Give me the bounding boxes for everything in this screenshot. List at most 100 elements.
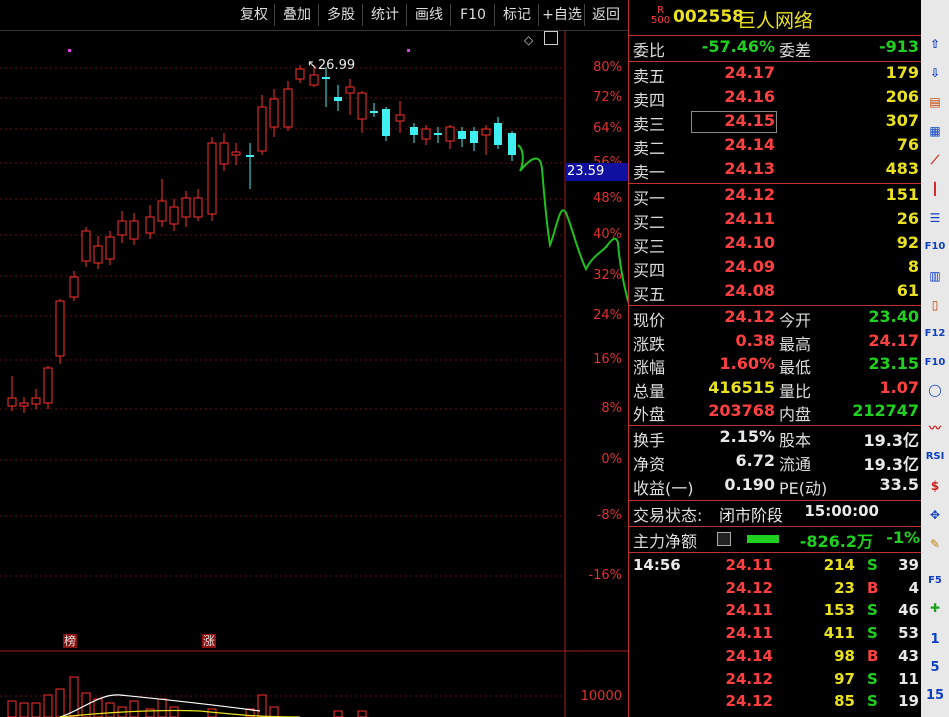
bid-row: 买四 24.09 8 (633, 257, 919, 280)
candle-body (81, 230, 91, 262)
draw-line-button[interactable]: 画线 (408, 4, 451, 26)
diamond-icon[interactable]: ◇ (524, 33, 533, 47)
y-label: 32% (593, 268, 622, 283)
volume-bar (105, 702, 115, 717)
y-label: 8% (601, 401, 622, 416)
candle-body (69, 276, 79, 298)
tick-row: 24.12 23 B 4 (725, 578, 919, 597)
overlay-button[interactable]: 叠加 (276, 4, 319, 26)
marker-dot (407, 49, 410, 52)
candle-body (219, 142, 229, 165)
tool-sidebar: ⇧ ⇩ ▤ ▦ ⟋ ┃ ☰ F10 ▥ ▯ F12 F10 ◯ 〰 RSI $ … (921, 0, 949, 717)
candle-body (157, 200, 167, 222)
dollar-icon[interactable]: $ (924, 476, 946, 496)
fuquan-button[interactable]: 复权 (234, 4, 275, 26)
plus-icon[interactable]: ✚ (924, 598, 946, 618)
bid-row: 买二 24.11 26 (633, 209, 919, 232)
list-view-icon[interactable]: ☰ (924, 208, 946, 228)
trade-status-row: 交易状态: 闭市阶段 15:00:00 (633, 502, 879, 525)
candle-body (145, 216, 155, 234)
bid-row: 买三 24.10 92 (633, 233, 919, 256)
multi-stock-button[interactable]: 多股 (320, 4, 363, 26)
tick-row: 24.11 411 S 53 (725, 624, 919, 643)
circle-icon[interactable]: ◯ (924, 380, 946, 400)
volume-bar (157, 698, 167, 717)
flow-bar (747, 535, 779, 543)
candle-body (410, 127, 418, 135)
candle-body (93, 245, 103, 264)
period-5[interactable]: 5 (924, 658, 946, 678)
candle-body (55, 300, 65, 357)
stats-row: 总量 416515 量比 1.07 (633, 377, 919, 401)
candle-body (19, 402, 29, 407)
f10-alt-icon[interactable]: F10 (924, 353, 946, 373)
limit-up-tag[interactable]: 涨 (202, 634, 217, 648)
candle-body (7, 397, 17, 407)
back-button[interactable]: 返回 (586, 4, 626, 26)
down-arrow-icon[interactable]: ⇩ (924, 63, 946, 83)
list-icon[interactable] (717, 532, 731, 546)
stats-row: 涨幅 1.60% 最低 23.15 (633, 354, 919, 377)
period-1[interactable]: 1 (924, 630, 946, 650)
candle-body (382, 109, 390, 136)
kline-svg[interactable] (0, 31, 628, 717)
candle-icon[interactable]: ┃ (924, 179, 946, 199)
tick-row: 24.11 153 S 46 (725, 601, 919, 620)
candle-body (246, 155, 254, 157)
candle-body (395, 114, 405, 122)
marker-dot (68, 49, 71, 52)
candle-body (445, 126, 455, 142)
candle-body (283, 88, 293, 128)
rsi-icon[interactable]: RSI (924, 447, 946, 467)
bid-row: 买五 24.08 61 (633, 281, 919, 304)
stats-row: 外盘 203768 内盘 212747 (633, 401, 919, 424)
f10-icon[interactable]: F10 (924, 237, 946, 257)
stock-name: 巨人网络 (737, 10, 814, 32)
line-chart-icon[interactable]: ⟋ (924, 150, 946, 170)
rank-tag[interactable]: 榜 (63, 634, 78, 648)
f10-button[interactable]: F10 (452, 4, 495, 26)
candle-body (481, 128, 491, 136)
doc-icon[interactable]: ▯ (924, 295, 946, 315)
pencil-icon[interactable]: ✎ (924, 534, 946, 554)
ask-row: 卖四 24.16 206 (633, 87, 919, 110)
kline-chart[interactable]: ◇ ↖26.99 80% 72% 64% 56% 48% 40% 32% 24%… (0, 31, 629, 717)
f12-icon[interactable]: F12 (924, 324, 946, 344)
tick-row: 24.14 98 B 43 (725, 646, 919, 665)
y-label: 16% (593, 352, 622, 367)
candle-body (470, 131, 478, 143)
wei-bi-row: 委比 -57.46% 委差 -913 (633, 37, 919, 60)
selected-ask-box (691, 111, 777, 133)
candle-body (207, 142, 217, 215)
up-arrow-icon[interactable]: ⇧ (924, 34, 946, 54)
y-label: 48% (593, 191, 622, 206)
f5-icon[interactable]: F5 (924, 571, 946, 591)
candle-body (231, 151, 241, 156)
table-icon[interactable]: ▦ (924, 121, 946, 141)
y-label: 40% (593, 227, 622, 242)
y-label: 72% (593, 90, 622, 105)
volume-bar (269, 706, 279, 717)
candle-body (434, 133, 442, 135)
stats-button[interactable]: 统计 (364, 4, 407, 26)
mark-button[interactable]: 标记 (496, 4, 539, 26)
wave-icon[interactable]: 〰 (924, 418, 946, 438)
volume-bar (7, 700, 17, 717)
report-icon[interactable]: ▤ (924, 92, 946, 112)
volume-bar (31, 702, 41, 717)
volume-axis-label: 10000 (580, 689, 622, 704)
add-watchlist-button[interactable]: +自选 (540, 4, 585, 26)
move-icon[interactable]: ✥ (924, 505, 946, 525)
bid-row: 买一 24.12 151 (633, 185, 919, 208)
stats-row: 涨跌 0.38 最高 24.17 (633, 330, 919, 354)
stats2-row: 收益(一) 0.190 PE(动) 33.5 (633, 475, 919, 498)
window-box-icon[interactable] (544, 31, 558, 45)
period-15[interactable]: 15 (924, 686, 946, 706)
y-label: 0% (601, 452, 622, 467)
grid-icon[interactable]: ▥ (924, 266, 946, 286)
current-price-tag: 23.59 (565, 163, 629, 181)
volume-bar (129, 700, 139, 717)
candle-body (257, 106, 267, 152)
candle-body (193, 197, 203, 218)
tick-row: 14:56 24.11 214 S 39 (633, 556, 919, 574)
